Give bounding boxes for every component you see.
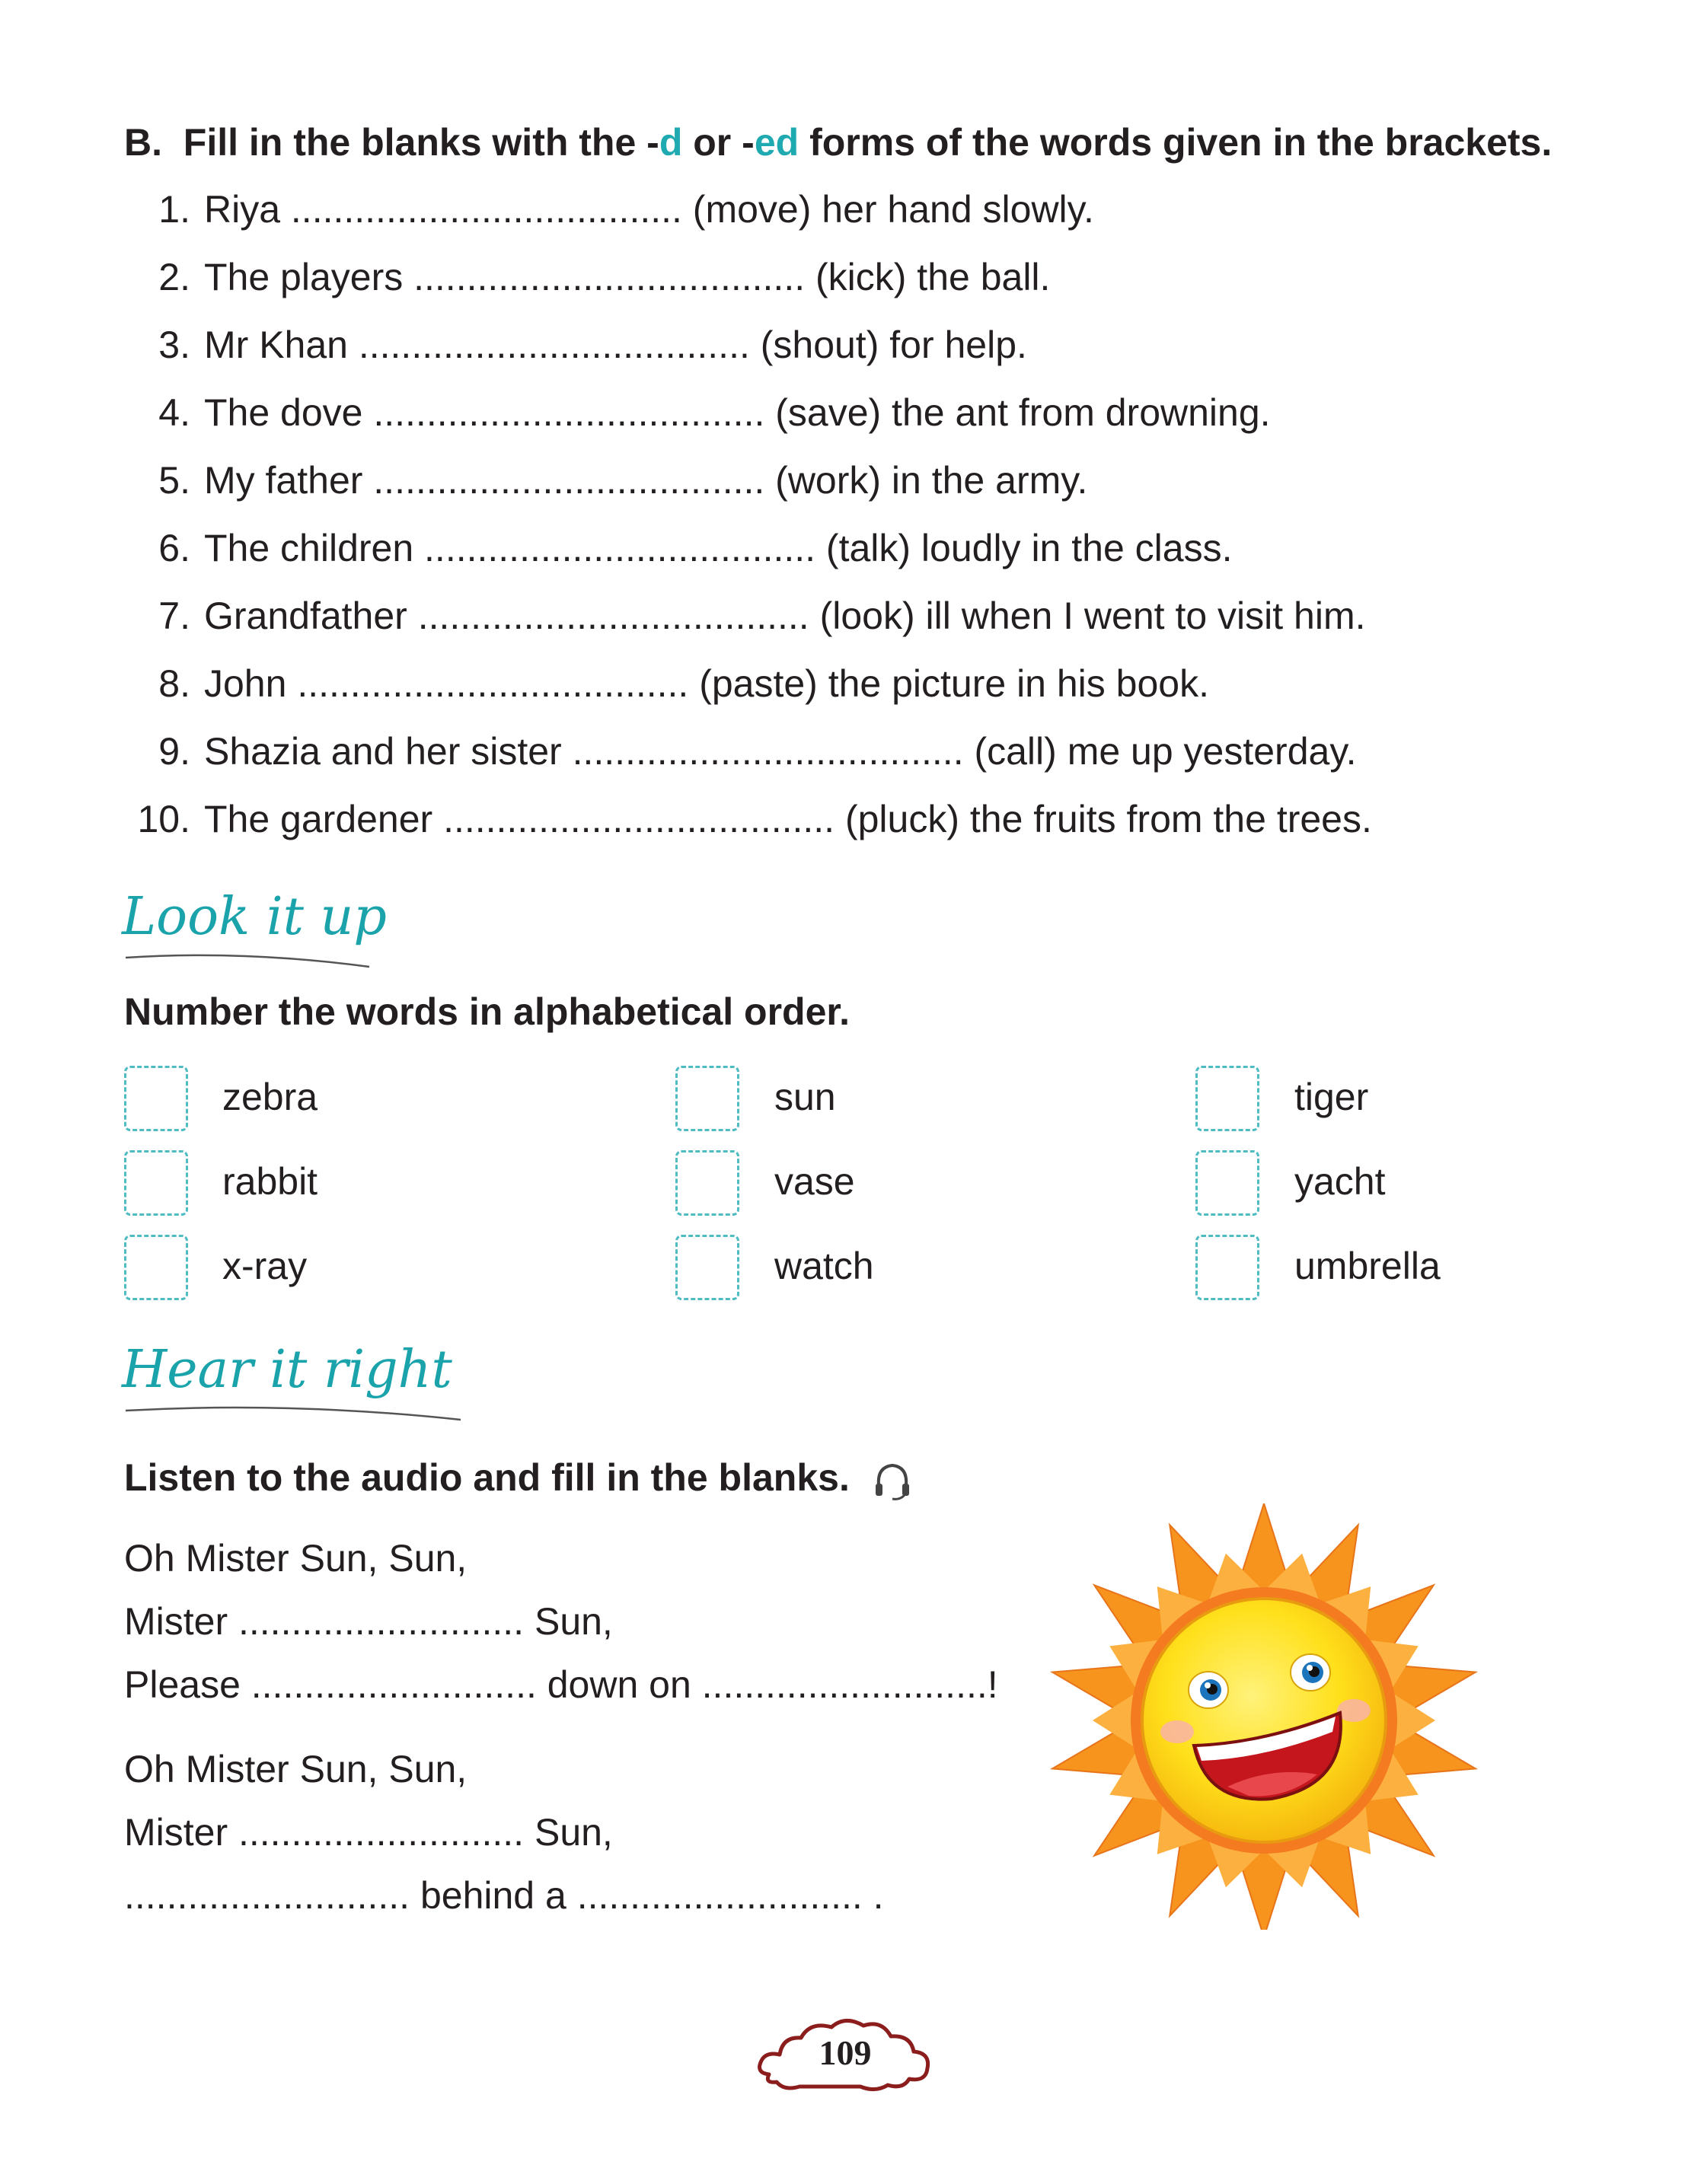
word-umbrella: umbrella [1294, 1245, 1441, 1287]
answer-box[interactable] [124, 1150, 188, 1216]
item-text: Shazia and her sister ..................… [204, 730, 1357, 773]
look-it-up-instruction: Number the words in alphabetical order. [124, 990, 850, 1033]
answer-box[interactable] [124, 1066, 188, 1131]
instruction-part: forms of the words given in the brackets… [799, 121, 1553, 164]
item-number: 1. [158, 188, 190, 231]
item-number: 6. [158, 527, 190, 569]
answer-box[interactable] [1195, 1150, 1259, 1216]
poem-line: Oh Mister Sun, Sun, [124, 1748, 468, 1790]
word-sun: sun [774, 1076, 836, 1118]
word-x-ray: x-ray [222, 1245, 308, 1287]
smiling-sun-illustration [1049, 1503, 1479, 1930]
word-tiger: tiger [1294, 1076, 1369, 1118]
look-it-up-heading: Look it up [122, 887, 387, 947]
item-number: 3. [158, 324, 190, 366]
instruction-part: or - [682, 121, 755, 164]
word-vase: vase [774, 1160, 855, 1203]
item-number: 2. [158, 256, 190, 298]
answer-box[interactable] [675, 1150, 739, 1216]
poem-line: Mister ........................... Sun, [124, 1600, 613, 1643]
item-text: The children ...........................… [204, 527, 1233, 569]
list-item: 2. The players ..........................… [122, 255, 1372, 323]
item-number: 9. [158, 730, 190, 773]
word-zebra: zebra [222, 1076, 318, 1118]
item-number: 5. [158, 459, 190, 502]
list-item: 6. The children .........................… [122, 526, 1372, 594]
poem-line: Please ........................... down … [124, 1663, 998, 1706]
page-number: 109 [819, 2033, 872, 2072]
headphones-icon[interactable] [871, 1459, 914, 1502]
instruction-part: Fill in the blanks with the - [183, 121, 659, 164]
list-item: 10. The gardener ........................… [122, 797, 1372, 865]
word-yacht: yacht [1294, 1160, 1386, 1203]
word-rabbit: rabbit [222, 1160, 318, 1203]
answer-box[interactable] [675, 1066, 739, 1131]
item-text: The dove ...............................… [204, 391, 1271, 434]
exercise-letter: B. [124, 121, 162, 164]
item-text: John ...................................… [204, 662, 1209, 705]
word-watch: watch [774, 1245, 874, 1287]
poem-line: Mister ........................... Sun, [124, 1811, 613, 1854]
answer-box[interactable] [1195, 1066, 1259, 1131]
item-number: 8. [158, 662, 190, 705]
heading-underline [125, 954, 370, 968]
item-number: 10. [137, 798, 190, 840]
item-number: 4. [158, 391, 190, 434]
answer-box[interactable] [1195, 1235, 1259, 1300]
item-number: 7. [158, 595, 190, 637]
heading-underline [125, 1406, 461, 1421]
poem-line: ........................... behind a ...… [124, 1874, 884, 1917]
list-item: 4. The dove .............................… [122, 391, 1372, 458]
answer-box[interactable] [124, 1235, 188, 1300]
answer-box[interactable] [675, 1235, 739, 1300]
suffix-d: d [659, 121, 683, 164]
hear-it-right-instruction: Listen to the audio and fill in the blan… [124, 1455, 914, 1502]
instruction-text: Listen to the audio and fill in the blan… [124, 1456, 850, 1499]
item-text: The players ............................… [204, 256, 1051, 298]
poem-line: Oh Mister Sun, Sun, [124, 1537, 468, 1580]
item-text: Mr Khan ................................… [204, 324, 1027, 366]
item-text: Grandfather ............................… [204, 595, 1366, 637]
list-item: 3. Mr Khan ..............................… [122, 323, 1372, 391]
suffix-ed: ed [754, 121, 799, 164]
list-item: 1. Riya .................................… [122, 187, 1372, 255]
list-item: 7. Grandfather ..........................… [122, 594, 1372, 662]
list-item: 8. John .................................… [122, 662, 1372, 729]
hear-it-right-heading: Hear it right [122, 1340, 452, 1400]
item-text: Riya ...................................… [204, 188, 1094, 231]
exercise-b-instruction: B. Fill in the blanks with the -d or -ed… [124, 120, 1552, 164]
list-item: 5. My father ............................… [122, 458, 1372, 526]
item-text: The gardener ...........................… [204, 798, 1372, 840]
list-item: 9. Shazia and her sister ................… [122, 729, 1372, 797]
item-text: My father ..............................… [204, 459, 1088, 502]
exercise-b-list: 1. Riya .................................… [122, 187, 1372, 865]
